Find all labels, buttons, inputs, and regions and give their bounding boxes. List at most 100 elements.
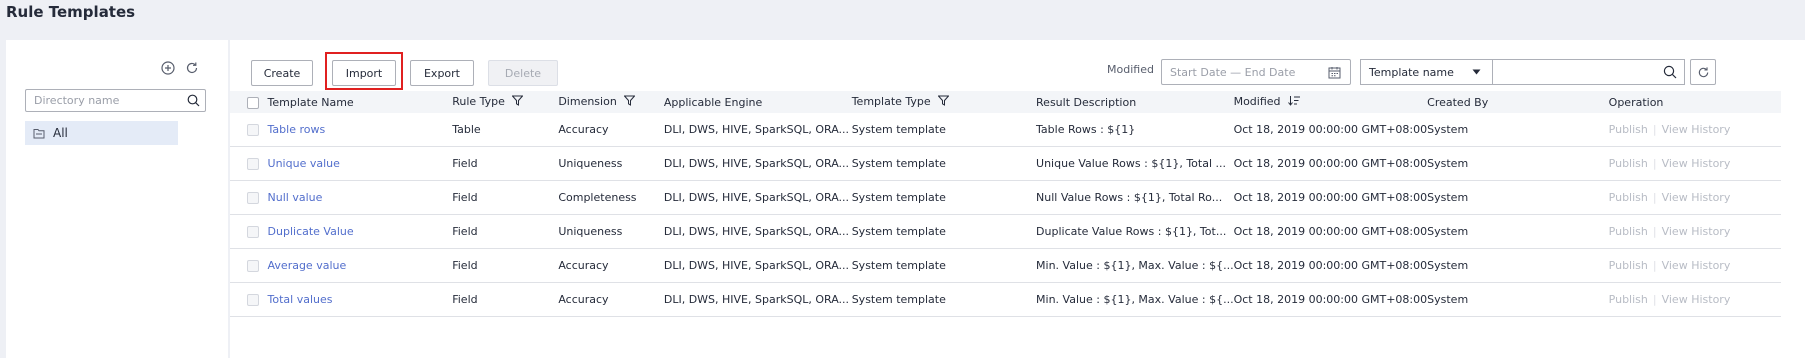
view-history-link[interactable]: View History: [1662, 157, 1731, 170]
operation-cell: Publish | View History: [1608, 214, 1781, 249]
engine-cell: DLI, DWS, HIVE, SparkSQL, ORA...: [663, 180, 852, 215]
search-icon[interactable]: [1662, 64, 1678, 80]
column-header-result: Result Description: [1036, 91, 1234, 113]
result-description-cell: Unique Value Rows : ${1}, Total ...: [1036, 146, 1234, 181]
result-description-cell: Null Value Rows : ${1}, Total Ro...: [1036, 180, 1234, 215]
directory-actions: [160, 60, 200, 76]
operation-cell: Publish | View History: [1608, 248, 1781, 283]
modified-filter-label: Modified: [1107, 63, 1154, 76]
modified-cell: Oct 18, 2019 00:00:00 GMT+08:00: [1233, 180, 1428, 215]
search-field-select[interactable]: Template name: [1360, 59, 1492, 85]
filter-icon[interactable]: [623, 95, 636, 109]
table-row: Unique value Field Uniqueness DLI, DWS, HIV…: [230, 146, 1781, 181]
table-header-row: Template Name Rule Type Dimension Applic…: [230, 91, 1781, 113]
rule-type-cell: Field: [452, 248, 559, 283]
export-button[interactable]: Export: [410, 60, 474, 86]
filter-icon[interactable]: [511, 95, 525, 109]
sort-icon[interactable]: [1288, 95, 1301, 109]
template-type-cell: System template: [851, 180, 1037, 215]
refresh-button[interactable]: [1690, 59, 1716, 85]
refresh-icon: [1695, 64, 1711, 80]
publish-link[interactable]: Publish: [1609, 293, 1648, 306]
date-range-picker[interactable]: Start Date — End Date: [1161, 59, 1351, 85]
column-header-operation: Operation: [1608, 91, 1781, 113]
table-row: Total values Field Accuracy DLI, DWS, HIVE,…: [230, 282, 1781, 317]
create-button[interactable]: Create: [251, 60, 313, 86]
template-type-cell: System template: [851, 113, 1037, 147]
publish-link[interactable]: Publish: [1609, 259, 1648, 272]
page-title: Rule Templates: [6, 3, 136, 21]
view-history-link[interactable]: View History: [1662, 293, 1731, 306]
template-type-cell: System template: [851, 282, 1037, 317]
import-button[interactable]: Import: [332, 60, 396, 86]
operation-divider: |: [1652, 191, 1657, 204]
templates-panel: Create Import Export Delete Modified Sta…: [230, 40, 1805, 358]
operation-cell: Publish | View History: [1608, 113, 1781, 147]
publish-link[interactable]: Publish: [1609, 123, 1648, 136]
rule-type-cell: Field: [452, 214, 559, 249]
result-description-cell: Duplicate Value Rows : ${1}, Tot...: [1036, 214, 1234, 249]
dimension-cell: Uniqueness: [558, 146, 664, 181]
column-header-dimension: Dimension: [558, 91, 664, 113]
engine-cell: DLI, DWS, HIVE, SparkSQL, ORA...: [663, 113, 852, 147]
engine-cell: DLI, DWS, HIVE, SparkSQL, ORA...: [663, 146, 852, 181]
template-name-link[interactable]: Table rows: [268, 123, 326, 136]
operation-divider: |: [1652, 225, 1657, 238]
table-row: Null value Field Completeness DLI, DWS, HIV…: [230, 180, 1781, 215]
result-description-cell: Table Rows : ${1}: [1036, 113, 1234, 147]
publish-link[interactable]: Publish: [1609, 157, 1648, 170]
column-header-name: Template Name: [267, 91, 453, 113]
template-name-link[interactable]: Null value: [268, 191, 323, 204]
result-description-cell: Min. Value : ${1}, Max. Value : ${...: [1036, 282, 1234, 317]
operation-cell: Publish | View History: [1608, 146, 1781, 181]
rule-type-cell: Table: [452, 113, 559, 147]
view-history-link[interactable]: View History: [1662, 123, 1731, 136]
view-history-link[interactable]: View History: [1662, 191, 1731, 204]
calendar-icon[interactable]: [1326, 64, 1342, 80]
table-row: Average value Field Accuracy DLI, DWS, HIVE…: [230, 248, 1781, 283]
created-by-cell: System: [1427, 113, 1609, 147]
view-history-link[interactable]: View History: [1662, 259, 1731, 272]
publish-link[interactable]: Publish: [1609, 225, 1648, 238]
row-checkbox[interactable]: [247, 192, 259, 204]
template-type-cell: System template: [851, 214, 1037, 249]
created-by-cell: System: [1427, 282, 1609, 317]
search-icon[interactable]: [185, 93, 201, 109]
template-search-input[interactable]: [1492, 59, 1685, 85]
row-checkbox[interactable]: [247, 226, 259, 238]
refresh-directory-icon[interactable]: [184, 60, 200, 76]
operation-divider: |: [1652, 259, 1657, 272]
filter-icon[interactable]: [937, 95, 950, 109]
delete-button[interactable]: Delete: [488, 60, 558, 86]
row-checkbox[interactable]: [247, 260, 259, 272]
dimension-cell: Uniqueness: [558, 214, 664, 249]
template-name-link[interactable]: Duplicate Value: [268, 225, 354, 238]
column-header-engine: Applicable Engine: [663, 91, 852, 113]
template-name-link[interactable]: Total values: [268, 293, 333, 306]
table-row: Table rows Table Accuracy DLI, DWS, HIVE, S…: [230, 113, 1781, 147]
modified-cell: Oct 18, 2019 00:00:00 GMT+08:00: [1233, 146, 1428, 181]
template-type-cell: System template: [851, 146, 1037, 181]
created-by-cell: System: [1427, 248, 1609, 283]
templates-table: Template Name Rule Type Dimension Applic…: [230, 91, 1781, 317]
template-name-link[interactable]: Average value: [268, 259, 347, 272]
add-directory-icon[interactable]: [160, 60, 176, 76]
column-header-rule-type: Rule Type: [452, 91, 559, 113]
row-checkbox[interactable]: [247, 158, 259, 170]
column-header-modified: Modified: [1233, 91, 1428, 113]
result-description-cell: Min. Value : ${1}, Max. Value : ${...: [1036, 248, 1234, 283]
rule-type-cell: Field: [452, 146, 559, 181]
row-checkbox[interactable]: [247, 294, 259, 306]
tree-item-all[interactable]: All: [25, 121, 178, 145]
publish-link[interactable]: Publish: [1609, 191, 1648, 204]
select-all-checkbox[interactable]: [247, 96, 259, 109]
row-checkbox[interactable]: [247, 124, 259, 136]
template-type-cell: System template: [851, 248, 1037, 283]
rule-type-cell: Field: [452, 180, 559, 215]
search-field-selected: Template name: [1369, 65, 1454, 79]
directory-search-input[interactable]: [26, 90, 185, 111]
column-header-created-by: Created By: [1427, 91, 1609, 113]
template-name-link[interactable]: Unique value: [268, 157, 340, 170]
engine-cell: DLI, DWS, HIVE, SparkSQL, ORA...: [663, 282, 852, 317]
view-history-link[interactable]: View History: [1662, 225, 1731, 238]
